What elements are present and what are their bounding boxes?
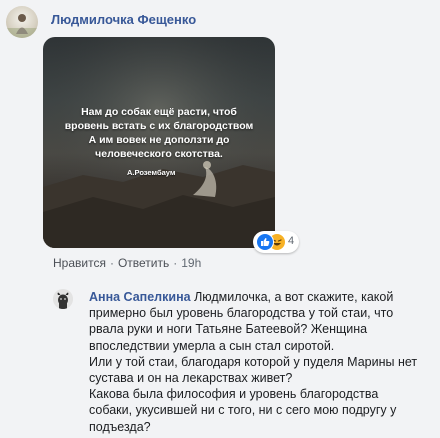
- reply-line: Анна Сапелкина Людмилочка, а вот скажите…: [89, 289, 434, 305]
- separator: ·: [173, 256, 178, 270]
- comment-image[interactable]: Нам до собак ещё расти, чтоб вровень вст…: [43, 37, 275, 248]
- reply-line: собаки, укусившей ни с того, ни с сего м…: [89, 403, 397, 418]
- image-quote-line: вровень встать с их благородством: [64, 120, 254, 132]
- reply-line: подъезда?: [89, 419, 151, 434]
- image-quote-line: А им вовек не доползти до: [88, 134, 230, 146]
- reply-avatar[interactable]: [53, 289, 73, 309]
- post-author-name[interactable]: Людмилочка Фещенко: [51, 12, 196, 27]
- reply-line: примерно был уровень благородства у той …: [89, 306, 394, 321]
- reply-line: сустава и он на лекарствах живет?: [89, 371, 293, 386]
- reply-comment: Анна Сапелкина Людмилочка, а вот скажите…: [89, 289, 434, 435]
- like-reaction-icon: [256, 233, 274, 251]
- reaction-count: 4: [288, 235, 295, 247]
- reply-link[interactable]: Ответить: [118, 256, 169, 270]
- image-quote-line: Нам до собак ещё расти, чтоб: [81, 106, 237, 118]
- separator: ·: [109, 256, 114, 270]
- reply-line: Какова была философия и уровень благород…: [89, 387, 379, 402]
- dog-avatar-icon: [53, 289, 73, 309]
- reply-line: впоследствии умерла а сын стал сиротой.: [89, 338, 335, 353]
- avatar[interactable]: [6, 6, 38, 38]
- image-quote-author: А.Розембаум: [127, 168, 176, 177]
- person-photo-icon: [6, 14, 38, 38]
- reply-text: Людмилочка, а вот скажите, какой: [194, 290, 394, 304]
- like-link[interactable]: Нравится: [53, 256, 106, 270]
- reply-line: рвала руки и ноги Татьяне Батеевой? Женщ…: [89, 322, 368, 337]
- reply-author-name[interactable]: Анна Сапелкина: [89, 290, 191, 304]
- image-quote: Нам до собак ещё расти, чтоб вровень вст…: [43, 105, 275, 161]
- reply-line: Или у той стаи, благодаря которой у пуде…: [89, 354, 418, 369]
- image-quote-line: человеческого скотства.: [95, 148, 223, 160]
- comment-actions: Нравится · Ответить · 19h: [53, 256, 201, 270]
- reactions-summary[interactable]: 4: [253, 231, 299, 253]
- comment-time[interactable]: 19h: [181, 256, 201, 270]
